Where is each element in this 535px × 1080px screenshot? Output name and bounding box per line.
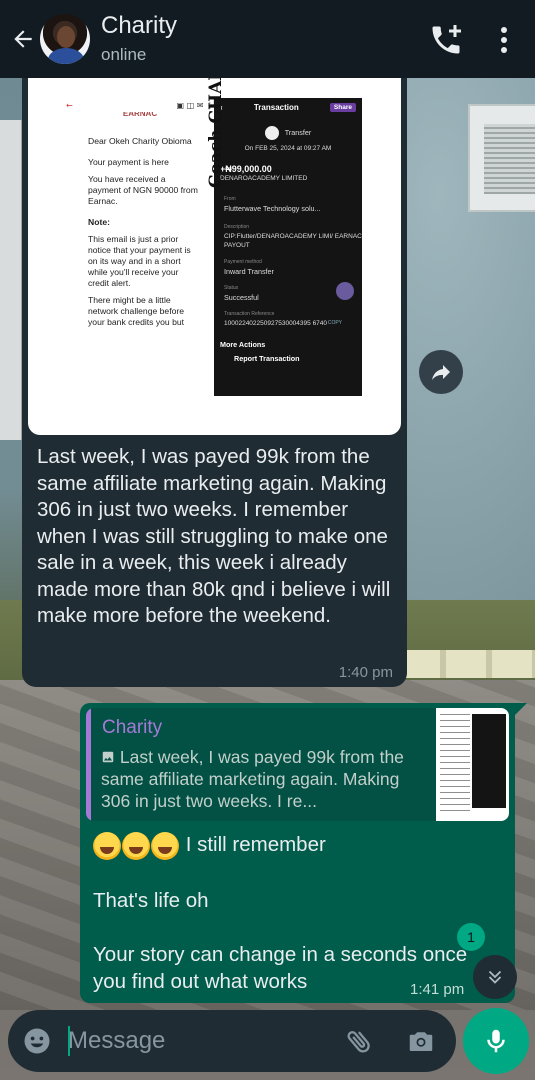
forward-icon [432,365,450,380]
outgoing-bubble-tail [515,703,527,715]
incoming-message-bubble[interactable]: ← ▣ ◫ ✉ ⋮ EARNAC Dear Okeh Charity Obioma… [22,78,407,687]
camera-button[interactable] [406,1026,436,1056]
avatar[interactable] [40,14,90,64]
mic-icon [487,1029,505,1053]
email-note1: This email is just a prior notice that y… [88,234,191,288]
tx-from: Flutterwave Technology solu... [224,204,321,213]
avatar-body [48,48,84,64]
tx-share: Share [329,102,356,112]
add-call-button[interactable] [428,22,464,58]
scroll-to-bottom-button[interactable] [473,955,517,999]
outgoing-line1: I still remember [185,833,326,856]
voice-message-button[interactable] [463,1008,529,1074]
message-image[interactable]: ← ▣ ◫ ✉ ⋮ EARNAC Dear Okeh Charity Obioma… [28,78,401,435]
wallpaper-window [0,120,24,440]
tx-report: Report Transaction [234,354,300,363]
incoming-message-time: 1:40 pm [338,664,393,681]
quoted-message[interactable]: Charity Last week, I was payed 99k from … [86,708,509,821]
email-brand: EARNAC [122,112,158,118]
forward-button[interactable] [419,350,463,394]
message-composer [8,1010,456,1072]
camera-icon [409,1032,433,1051]
contact-status: online [101,45,147,64]
tx-from-label: From [224,196,236,202]
quote-bar [86,708,91,821]
more-vert-icon [501,27,507,53]
emoji-icon [24,1028,50,1054]
tx-ref: 100022402250927530004395 6740 [224,320,328,327]
attach-button[interactable] [344,1026,374,1056]
add-call-icon [432,25,461,54]
joy-emoji-icon [122,831,150,860]
thumb-right [472,714,506,808]
tx-desc-label: Description [224,224,250,230]
outgoing-line2: That's life oh [93,888,209,912]
transaction-header: ‹ Transaction Share [214,98,362,116]
tx-sender: DENAROACADEMY LIMITED [220,175,308,182]
back-button[interactable] [8,24,38,54]
incoming-message-text: Last week, I was payed 99k from the same… [37,445,391,627]
outgoing-message-text: I still remember That's life oh Your sto… [93,831,493,995]
line-emoji: I still remember [93,831,493,860]
text-caret [68,1026,70,1056]
email-screenshot: ← ▣ ◫ ✉ ⋮ EARNAC Dear Okeh Charity Obioma… [66,98,214,396]
message-input[interactable] [68,1024,328,1058]
ac-grille [484,124,535,194]
email-greeting: Dear Okeh Charity Obioma [88,136,192,146]
quote-author: Charity [102,717,163,738]
photo-icon [102,751,114,763]
transaction-screenshot: ‹ Transaction Share Transfer On FEB 25, … [214,98,362,396]
unread-badge: 1 [457,923,485,951]
joy-emoji-icon [151,831,179,860]
wallpaper-ac-unit [468,104,535,212]
tx-ref-label: Transaction Reference [224,311,275,317]
outgoing-message-bubble[interactable]: Charity Last week, I was payed 99k from … [80,703,515,1003]
back-arrow-icon [14,30,32,48]
tx-method-label: Payment method [224,259,262,265]
quote-text-content: Last week, I was payed 99k from the same… [101,747,404,811]
avatar-face [57,26,75,48]
tx-type-row: Transfer [214,126,362,140]
email-line2: You have received a payment of NGN 90000… [88,174,198,206]
email-line1: Your payment is here [88,157,169,167]
tx-desc: CIP:Flutter/DENAROACADEMY LIMI/ EARNAC P… [224,233,362,249]
more-options-button[interactable] [494,22,514,58]
wallpaper-kerb [400,650,535,678]
chevron-double-down-icon [488,970,502,984]
watermark: Coach CHARITY [206,78,226,188]
contact-name[interactable]: Charity [101,12,177,40]
tx-date: On FEB 25, 2024 at 09:27 AM [244,145,332,152]
tx-type: Transfer [284,127,312,137]
joy-emoji-icon [93,831,121,860]
tx-title: Transaction [253,102,299,112]
chat-header: Charity online [0,0,535,78]
emoji-button[interactable] [22,1026,52,1056]
quote-text: Last week, I was payed 99k from the same… [101,746,421,812]
attach-icon [347,1031,370,1053]
flutterwave-icon [336,282,354,300]
tx-type-icon [264,126,279,140]
email-note-label: Note: [88,217,110,227]
email-note2: There might be a little network challeng… [88,295,185,327]
tx-method: Inward Transfer [224,267,274,276]
tx-amount: +₦99,000.00 [220,164,272,174]
thumb-left [440,714,470,814]
tx-more: More Actions [220,340,266,349]
outgoing-message-time: 1:41 pm [410,981,465,998]
quote-thumbnail [436,708,509,821]
email-toolbar: ← ▣ ◫ ✉ ⋮ [66,100,214,110]
